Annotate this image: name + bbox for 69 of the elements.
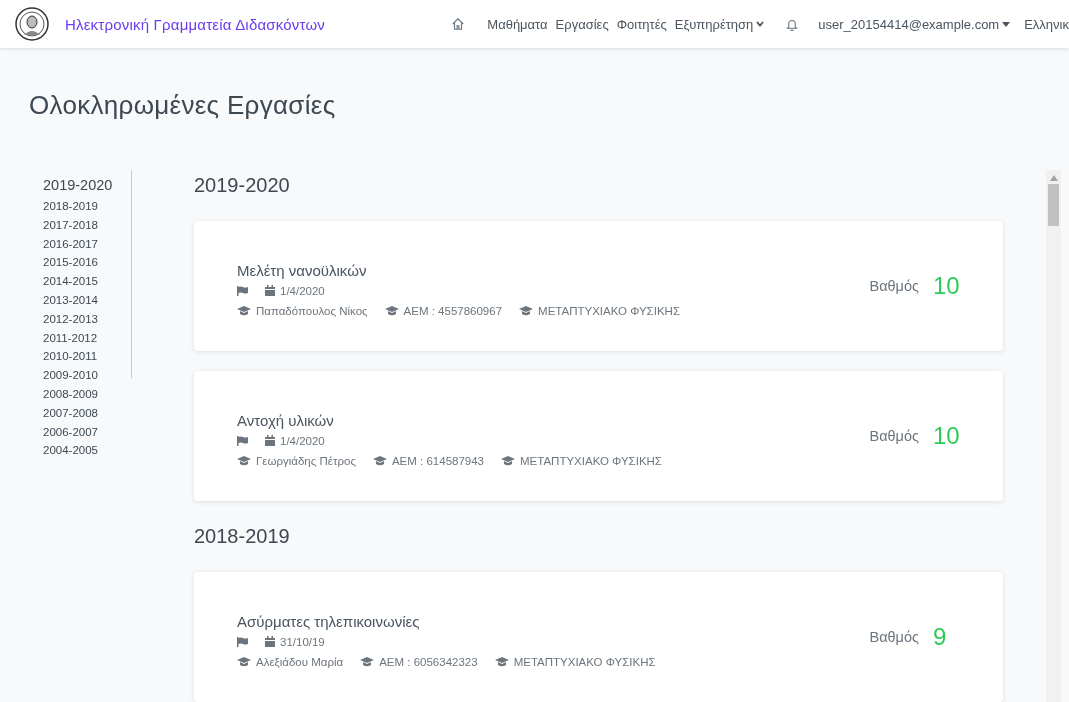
graduation-cap-icon bbox=[494, 656, 509, 667]
nav-link[interactable]: Εργασίες bbox=[555, 16, 609, 32]
graduation-cap-icon bbox=[237, 455, 251, 466]
year-link[interactable]: 2010-2011 bbox=[43, 347, 98, 367]
program-name: ΜΕΤΑΠΤΥΧΙΑΚΟ ΦΥΣΙΚΗΣ bbox=[513, 655, 656, 668]
work-title: Ασύρματες τηλεπικοινωνίες bbox=[237, 612, 421, 630]
section-year: 2018-2019 bbox=[194, 524, 291, 549]
work-date: 31/10/19 bbox=[280, 635, 325, 648]
year-link[interactable]: 2017-2018 bbox=[43, 215, 98, 235]
site-title: Ηλεκτρονική Γραμματεία Διδασκόντων bbox=[65, 15, 326, 33]
graduation-cap-icon bbox=[237, 305, 251, 316]
section-year: 2019-2020 bbox=[194, 173, 291, 198]
program-name: ΜΕΤΑΠΤΥΧΙΑΚΟ ΦΥΣΙΚΗΣ bbox=[520, 454, 662, 467]
work-title: Μελέτη νανοϋλικών bbox=[237, 261, 368, 279]
grade-value: 10 bbox=[933, 422, 961, 450]
graduation-cap-icon bbox=[372, 455, 387, 466]
calendar-icon bbox=[265, 285, 275, 296]
year-link[interactable]: 2018-2019 bbox=[43, 197, 98, 216]
year-link[interactable]: 2019-2020 bbox=[43, 175, 113, 195]
grade-label: Βαθμός bbox=[869, 278, 919, 294]
seal-logo[interactable] bbox=[15, 7, 49, 41]
year-link[interactable]: 2006-2007 bbox=[43, 422, 98, 442]
grade-label: Βαθμός bbox=[869, 428, 919, 444]
year-link[interactable]: 2008-2009 bbox=[43, 384, 98, 404]
language-menu[interactable]: Ελληνικ bbox=[1024, 16, 1069, 32]
flag-icon bbox=[237, 435, 248, 446]
nav-dropdown[interactable]: Εξυπηρέτηση bbox=[674, 16, 765, 32]
grade-value: 10 bbox=[933, 272, 961, 300]
nav-link[interactable]: Μαθήματα bbox=[487, 16, 548, 32]
student-name: Παπαδόπουλος Νίκος bbox=[256, 304, 368, 317]
chevron-down-icon bbox=[756, 21, 765, 27]
year-link[interactable]: 2009-2010 bbox=[43, 366, 98, 385]
flag-icon bbox=[237, 285, 248, 296]
graduation-cap-icon bbox=[501, 455, 515, 466]
grade-label: Βαθμός bbox=[869, 629, 919, 645]
year-link[interactable]: 2012-2013 bbox=[43, 309, 98, 329]
year-link[interactable]: 2015-2016 bbox=[43, 253, 98, 273]
scrollbar-thumb[interactable] bbox=[1048, 184, 1059, 226]
student-id: ΑΕΜ : 4557860967 bbox=[403, 304, 503, 317]
user-menu[interactable]: user_20154414@example.com bbox=[818, 16, 1011, 32]
work-title: Αντοχή υλικών bbox=[237, 411, 335, 429]
calendar-icon bbox=[265, 435, 275, 446]
year-link[interactable]: 2007-2008 bbox=[43, 403, 98, 423]
scrollbar[interactable] bbox=[1046, 170, 1061, 702]
year-link[interactable]: 2014-2015 bbox=[43, 272, 98, 291]
year-link[interactable]: 2011-2012 bbox=[43, 328, 98, 348]
graduation-cap-icon bbox=[519, 305, 534, 316]
student-id: ΑΕΜ : 614587943 bbox=[391, 454, 484, 467]
student-name: Αλεξιάδου Μαρία bbox=[256, 655, 344, 668]
program-name: ΜΕΤΑΠΤΥΧΙΑΚΟ ΦΥΣΙΚΗΣ bbox=[538, 304, 680, 317]
graduation-cap-icon bbox=[237, 656, 251, 667]
student-id: ΑΕΜ : 6056342323 bbox=[379, 655, 478, 668]
scroll-up-icon[interactable] bbox=[1049, 175, 1058, 181]
year-link[interactable]: 2016-2017 bbox=[43, 234, 98, 254]
page-title: Ολοκληρωμένες Εργασίες bbox=[28, 89, 337, 122]
grade-value: 9 bbox=[933, 623, 948, 651]
home-icon[interactable] bbox=[451, 17, 466, 31]
work-date: 1/4/2020 bbox=[280, 434, 325, 447]
work-date: 1/4/2020 bbox=[280, 284, 325, 297]
graduation-cap-icon bbox=[384, 305, 399, 316]
student-name: Γεωργιάδης Πέτρος bbox=[256, 454, 356, 467]
calendar-icon bbox=[265, 636, 275, 647]
caret-down-icon bbox=[1002, 21, 1011, 27]
nav-link[interactable]: Φοιτητές bbox=[616, 16, 667, 32]
flag-icon bbox=[237, 636, 248, 647]
year-link[interactable]: 2004-2005 bbox=[43, 441, 98, 461]
bell-icon[interactable] bbox=[786, 17, 799, 31]
graduation-cap-icon bbox=[360, 656, 375, 667]
year-link[interactable]: 2013-2014 bbox=[43, 291, 98, 310]
